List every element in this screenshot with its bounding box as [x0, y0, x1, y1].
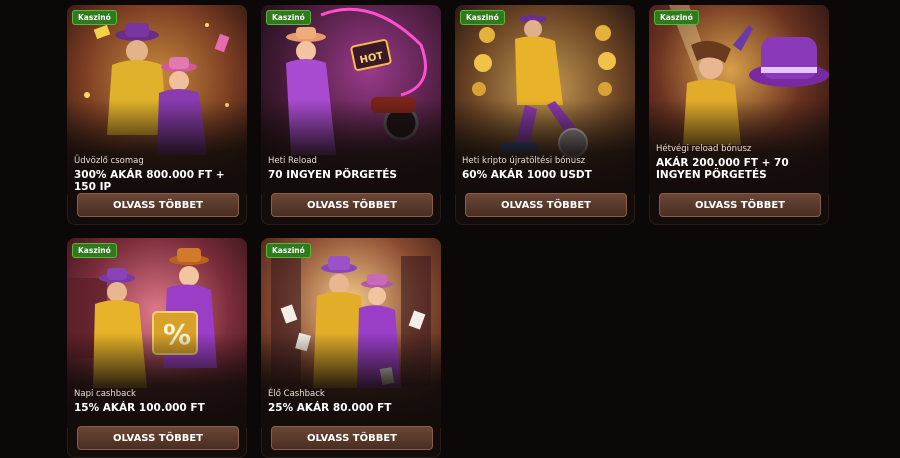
- promo-card-welcome-package[interactable]: Kaszinó Üdvözlő csomag 300% AKÁR 800.000…: [67, 5, 247, 225]
- promo-title: 70 INGYEN PÖRGETÉS: [268, 169, 397, 181]
- category-badge: Kaszinó: [266, 10, 311, 25]
- category-badge: Kaszinó: [654, 10, 699, 25]
- promo-title: AKÁR 200.000 FT + 70 INGYEN PÖRGETÉS: [656, 157, 789, 181]
- read-more-button[interactable]: OLVASS TÖBBET: [465, 193, 627, 217]
- promo-title: 25% AKÁR 80.000 FT: [268, 402, 392, 414]
- promo-title: 60% AKÁR 1000 USDT: [462, 169, 592, 181]
- category-badge: Kaszinó: [72, 243, 117, 258]
- read-more-button[interactable]: OLVASS TÖBBET: [271, 193, 433, 217]
- category-badge: Kaszinó: [460, 10, 505, 25]
- promo-subtitle: Üdvözlő csomag: [74, 156, 144, 166]
- category-badge: Kaszinó: [72, 10, 117, 25]
- promo-card-daily-cashback[interactable]: % Kaszinó Napi cashback 15% AKÁR 100.000…: [67, 238, 247, 458]
- category-badge: Kaszinó: [266, 243, 311, 258]
- promo-card-weekend-reload[interactable]: Kaszinó Hétvégi reload bónusz AKÁR 200.0…: [649, 5, 829, 225]
- promo-card-weekly-crypto-reload[interactable]: Kaszinó Heti kripto újratöltési bónusz 6…: [455, 5, 635, 225]
- read-more-button[interactable]: OLVASS TÖBBET: [77, 193, 239, 217]
- promo-card-live-cashback[interactable]: Kaszinó Élő Cashback 25% AKÁR 80.000 FT …: [261, 238, 441, 458]
- promo-subtitle: Élő Cashback: [268, 389, 325, 399]
- promo-title: 300% AKÁR 800.000 FT + 150 IP: [74, 169, 225, 193]
- read-more-button[interactable]: OLVASS TÖBBET: [77, 426, 239, 450]
- promo-subtitle: Napi cashback: [74, 389, 136, 399]
- read-more-button[interactable]: OLVASS TÖBBET: [659, 193, 821, 217]
- promo-title: 15% AKÁR 100.000 FT: [74, 402, 205, 414]
- promo-subtitle: Heti Reload: [268, 156, 317, 166]
- promotions-grid: Kaszinó Üdvözlő csomag 300% AKÁR 800.000…: [0, 0, 900, 458]
- promo-subtitle: Hétvégi reload bónusz: [656, 144, 752, 154]
- read-more-button[interactable]: OLVASS TÖBBET: [271, 426, 433, 450]
- promo-card-weekly-reload[interactable]: HOT Kaszinó Heti Reload 70 INGYEN PÖRGET…: [261, 5, 441, 225]
- promo-subtitle: Heti kripto újratöltési bónusz: [462, 156, 586, 166]
